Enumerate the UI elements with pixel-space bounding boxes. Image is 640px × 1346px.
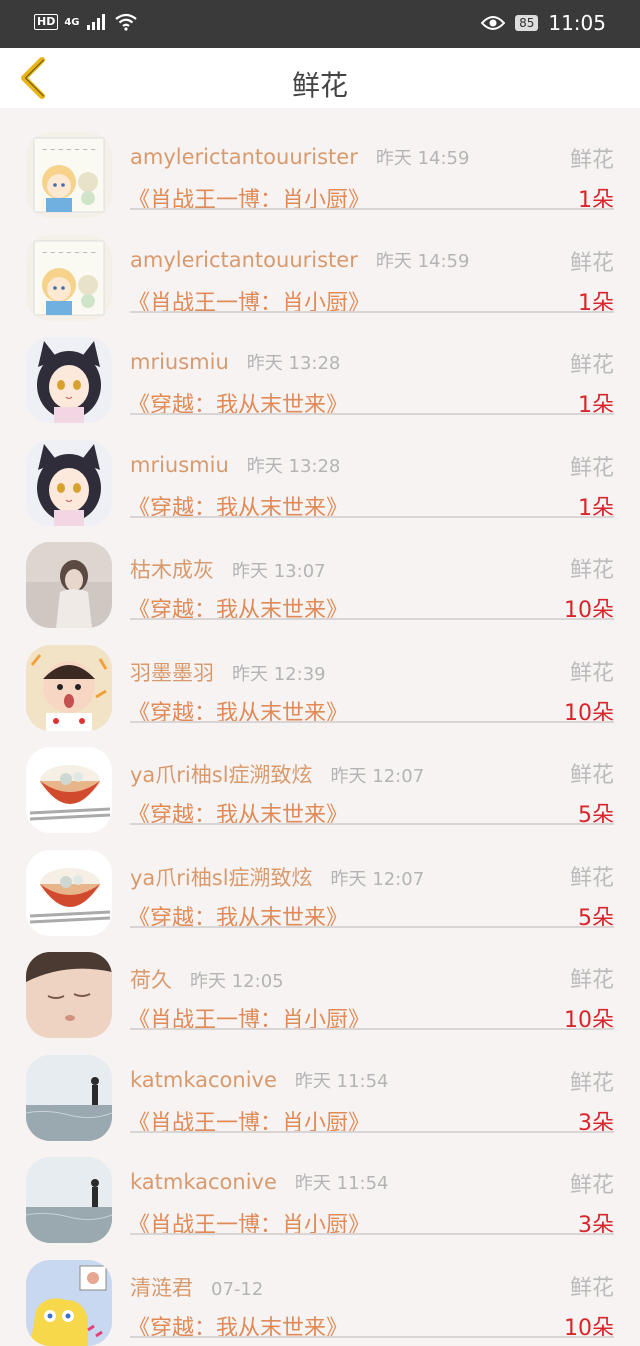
user-name[interactable]: katmkaconive [130, 1068, 277, 1092]
avatar[interactable] [26, 747, 112, 833]
gift-type: 鲜花 [569, 1070, 614, 1096]
status-bar: HD 4G 85 11:05 [0, 0, 640, 48]
user-name[interactable]: ya爪ri柚sl症溯致炫 [130, 763, 313, 787]
send-time: 昨天 12:07 [330, 766, 425, 787]
send-time: 07-12 [211, 1278, 264, 1300]
gift-type: 鲜花 [569, 763, 614, 788]
avatar[interactable] [26, 849, 112, 936]
list-item[interactable]: ~ ~ ~ ~ ~ ~ ~ amylerictantouurister 昨天 14:… [0, 211, 640, 321]
gift-type: 鲜花 [569, 968, 614, 993]
send-time: 昨天 11:54 [294, 1070, 389, 1092]
avatar[interactable] [26, 542, 112, 628]
user-name[interactable]: katmkaconive [130, 1170, 277, 1194]
signal-icon [86, 14, 105, 30]
gift-type: 鲜花 [569, 148, 614, 173]
avatar[interactable] [26, 952, 112, 1038]
gift-type: 鲜花 [569, 455, 614, 481]
send-time: 昨天 12:39 [232, 663, 326, 685]
avatar[interactable] [26, 1157, 112, 1243]
avatar[interactable] [26, 1054, 112, 1141]
avatar[interactable] [26, 337, 112, 423]
send-time: 昨天 11:54 [294, 1173, 389, 1194]
hd-indicator: HD [34, 14, 59, 30]
user-name[interactable]: ya爪ri柚sl症溯致炫 [130, 866, 313, 890]
gift-type: 鲜花 [569, 353, 614, 378]
list-item[interactable]: ~ ~ ~ ~ ~ ~ ~ amylerictantouurister 昨天 14:… [0, 108, 640, 218]
avatar[interactable] [26, 1259, 112, 1346]
list-item[interactable]: 荷久 昨天 12:05 鲜花 《肖战王一博：肖小厨》 10朵 [0, 928, 640, 1038]
svg-text:~ ~ ~ ~ ~ ~ ~: ~ ~ ~ ~ ~ ~ ~ [42, 146, 97, 154]
send-time: 昨天 13:28 [246, 455, 341, 477]
page-title: 鲜花 [291, 69, 348, 102]
wifi-icon [114, 13, 137, 31]
send-time: 昨天 14:59 [375, 148, 470, 169]
nav-bar: 鲜花 [0, 48, 640, 108]
avatar[interactable]: ~ ~ ~ ~ ~ ~ ~ [26, 234, 112, 321]
user-name[interactable]: 羽墨墨羽 [130, 661, 214, 685]
list-item[interactable]: mriusmiu 昨天 13:28 鲜花 《穿越：我从末世来》 1朵 [0, 416, 640, 526]
gift-type: 鲜花 [569, 1173, 614, 1198]
gift-type: 鲜花 [569, 1275, 614, 1301]
user-name[interactable]: 枯木成灰 [130, 558, 214, 582]
row-divider [130, 1335, 614, 1338]
user-name[interactable]: amylerictantouurister [130, 248, 358, 272]
gift-type: 鲜花 [569, 660, 614, 686]
avatar[interactable] [26, 439, 112, 526]
gift-type: 鲜花 [569, 865, 614, 891]
battery-level: 85 [515, 15, 539, 31]
list-item[interactable]: katmkaconive 昨天 11:54 鲜花 《肖战王一博：肖小厨》 3朵 [0, 1031, 640, 1141]
user-name[interactable]: mriusmiu [130, 453, 229, 477]
user-name[interactable]: 清涟君 [130, 1276, 193, 1300]
list-item[interactable]: 枯木成灰 昨天 13:07 鲜花 《穿越：我从末世来》 10朵 [0, 518, 640, 628]
list-item[interactable]: 羽墨墨羽 昨天 12:39 鲜花 《穿越：我从末世来》 10朵 [0, 621, 640, 731]
gift-type: 鲜花 [569, 250, 614, 276]
network-type: 4G [64, 16, 80, 28]
list-item[interactable]: 清涟君 07-12 鲜花 《穿越：我从末世来》 10朵 [0, 1236, 640, 1346]
send-time: 昨天 12:05 [190, 971, 284, 992]
send-time: 昨天 13:28 [246, 353, 341, 374]
user-name[interactable]: amylerictantouurister [130, 145, 358, 169]
avatar[interactable] [26, 644, 112, 731]
list-item[interactable]: mriusmiu 昨天 13:28 鲜花 《穿越：我从末世来》 1朵 [0, 313, 640, 423]
clock: 11:05 [548, 11, 606, 35]
user-name[interactable]: 荷久 [130, 968, 172, 992]
list-item[interactable]: katmkaconive 昨天 11:54 鲜花 《肖战王一博：肖小厨》 3朵 [0, 1133, 640, 1243]
send-time: 昨天 12:07 [330, 868, 425, 890]
avatar[interactable]: ~ ~ ~ ~ ~ ~ ~ [26, 132, 112, 218]
send-time: 昨天 14:59 [375, 250, 470, 272]
eye-icon [481, 16, 506, 30]
list-item[interactable]: ya爪ri柚sl症溯致炫 昨天 12:07 鲜花 《穿越：我从末世来》 5朵 [0, 826, 640, 936]
list-item[interactable]: ya爪ri柚sl症溯致炫 昨天 12:07 鲜花 《穿越：我从末世来》 5朵 [0, 723, 640, 833]
user-name[interactable]: mriusmiu [130, 350, 229, 374]
send-time: 昨天 13:07 [232, 561, 326, 582]
svg-text:~ ~ ~ ~ ~ ~ ~: ~ ~ ~ ~ ~ ~ ~ [42, 249, 97, 257]
gift-type: 鲜花 [569, 558, 614, 583]
